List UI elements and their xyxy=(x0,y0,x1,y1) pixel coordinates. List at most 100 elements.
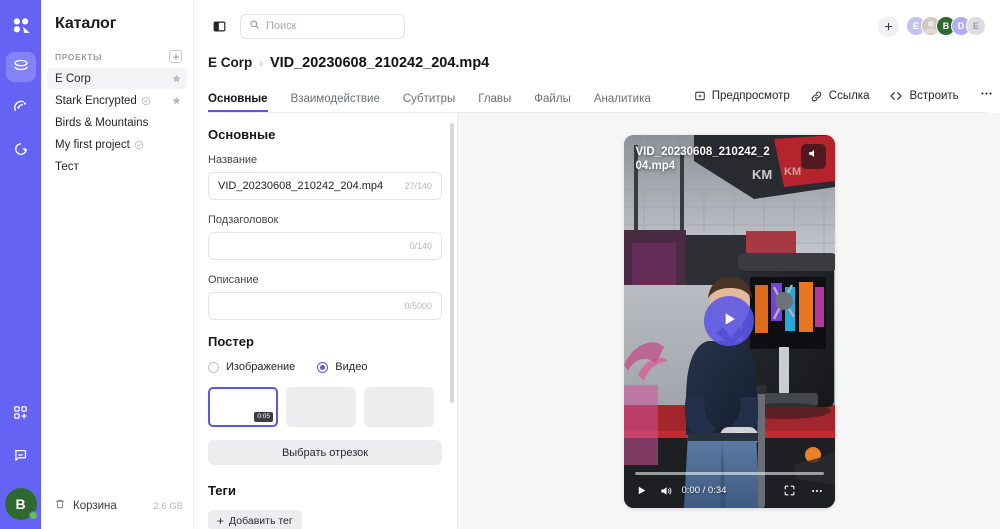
avatar-initial: B xyxy=(942,21,950,31)
app-window: B Каталог ПРОЕКТЫ E Corp Stark Encrypted… xyxy=(0,0,1000,529)
plus-box-icon[interactable] xyxy=(169,50,182,63)
sidebar-item-e-corp[interactable]: E Corp xyxy=(47,68,187,89)
radio-image-label: Изображение xyxy=(226,361,296,373)
preview-button[interactable]: Предпросмотр xyxy=(694,90,790,102)
encrypted-shield-icon xyxy=(134,140,144,150)
rail-item-projects[interactable] xyxy=(5,52,36,82)
catalog-sidebar: Каталог ПРОЕКТЫ E Corp Stark Encrypted B… xyxy=(41,0,194,529)
top-bar: E B D E xyxy=(194,0,1000,52)
project-name: Тест xyxy=(55,160,79,173)
header-actions: Предпросмотр Ссылка Встроить xyxy=(674,86,994,112)
icon-rail: B xyxy=(0,0,41,529)
tab-subtitry[interactable]: Субтитры xyxy=(403,93,455,112)
description-field-counter: 0/5000 xyxy=(404,301,432,311)
tab-analitika[interactable]: Аналитика xyxy=(594,93,651,112)
project-name: E Corp xyxy=(55,72,91,85)
encrypted-shield-icon xyxy=(141,96,151,106)
tab-glavy[interactable]: Главы xyxy=(478,93,511,112)
rail-item-chat[interactable] xyxy=(6,442,36,472)
description-field-label: Описание xyxy=(208,274,259,286)
tab-vzaimodeystvie[interactable]: Взаимодействие xyxy=(291,93,380,112)
avatar-initial: D xyxy=(957,21,965,31)
radio-image[interactable]: Изображение xyxy=(208,361,295,373)
link-label: Ссылка xyxy=(828,90,870,102)
poster-thumbnail-selected[interactable]: 0:05 xyxy=(208,387,278,427)
poster-section-title: Постер xyxy=(208,334,254,349)
fullscreen-button[interactable] xyxy=(783,484,796,497)
sidebar-item-stark-encrypted[interactable]: Stark Encrypted xyxy=(47,90,187,111)
project-name: Stark Encrypted xyxy=(55,94,137,107)
radio-video-label: Видео xyxy=(335,361,368,373)
select-segment-button[interactable]: Выбрать отрезок xyxy=(208,440,442,465)
tab-fayly[interactable]: Файлы xyxy=(534,93,571,112)
sidebar-item-trash[interactable]: Корзина 2.6 GB xyxy=(41,489,193,523)
top-bar-right: E B D E xyxy=(878,15,986,37)
online-status-dot xyxy=(28,511,38,520)
add-button[interactable] xyxy=(878,15,899,37)
sidebar-title: Каталог xyxy=(55,15,117,32)
project-name: Birds & Mountains xyxy=(55,116,149,129)
play-button[interactable] xyxy=(635,484,648,497)
controls-row: 0:00 / 0:34 xyxy=(635,484,824,498)
radio-video[interactable]: Видео xyxy=(317,361,367,373)
trash-icon xyxy=(54,497,66,515)
tab-osnovnye[interactable]: Основные xyxy=(208,93,268,112)
rail-bottom-group: B xyxy=(4,388,38,529)
form-scrollbar[interactable] xyxy=(450,123,454,403)
rail-item-analytics[interactable] xyxy=(6,136,36,166)
poster-thumbnails: 0:05 xyxy=(208,387,442,427)
projects-section-label: ПРОЕКТЫ xyxy=(55,51,103,62)
title-field-counter: 27/140 xyxy=(404,181,432,191)
star-icon[interactable] xyxy=(171,95,182,106)
volume-button[interactable] xyxy=(659,484,673,498)
rail-item-broadcast[interactable] xyxy=(6,94,36,124)
player-more-button[interactable] xyxy=(810,484,824,498)
radio-circle-icon xyxy=(208,361,219,373)
progress-bar[interactable] xyxy=(634,472,824,475)
apps-grid-plus-icon xyxy=(12,404,29,426)
user-avatar[interactable]: B xyxy=(4,488,38,520)
member-avatars: E B D E xyxy=(906,16,986,36)
subtitle-field-label: Подзаголовок xyxy=(208,214,279,226)
subtitle-field[interactable]: 0/140 xyxy=(208,232,442,260)
page-title: VID_20230608_210242_204.mp4 xyxy=(269,55,490,71)
link-icon xyxy=(810,90,823,103)
broadcast-icon xyxy=(12,98,30,121)
trash-label: Корзина xyxy=(73,500,117,512)
title-field[interactable]: VID_20230608_210242_204.mp4 27/140 xyxy=(208,172,442,200)
poster-thumbnail[interactable] xyxy=(364,387,434,427)
sidebar-item-birds-and-mountains[interactable]: Birds & Mountains xyxy=(47,112,187,133)
add-tag-button[interactable]: + Добавить тег xyxy=(208,510,302,529)
rail-item-apps[interactable] xyxy=(6,400,36,430)
sidebar-item-my-first-project[interactable]: My first project xyxy=(47,134,187,155)
breadcrumb-project[interactable]: E Corp xyxy=(208,55,252,70)
mute-button[interactable] xyxy=(800,143,826,169)
projects-list: E Corp Stark Encrypted Birds & Mountains xyxy=(41,68,193,178)
avatar[interactable]: E xyxy=(966,16,986,36)
search-input[interactable] xyxy=(266,20,396,32)
more-options-button[interactable] xyxy=(979,86,994,106)
search-box[interactable] xyxy=(240,13,405,39)
link-button[interactable]: Ссылка xyxy=(810,90,870,103)
player-controls: 0:00 / 0:34 xyxy=(624,472,835,508)
sidebar-item-test[interactable]: Тест xyxy=(47,156,187,177)
tags-section-title: Теги xyxy=(208,483,236,498)
thumbnail-timestamp: 0:05 xyxy=(254,412,273,422)
poster-thumbnail[interactable] xyxy=(286,387,356,427)
breadcrumb-separator: › xyxy=(259,58,263,70)
analytics-pie-icon xyxy=(12,140,30,163)
app-logo-icon[interactable] xyxy=(7,12,35,40)
trash-size: 2.6 GB xyxy=(153,500,183,512)
content-body: Основные Название VID_20230608_210242_20… xyxy=(194,113,1000,529)
video-title-overlay: VID_20230608_210242_204.mp4 xyxy=(635,145,770,173)
svg-text:KM: KM xyxy=(784,166,801,178)
side-panel-toggle-icon[interactable] xyxy=(208,15,230,37)
description-field[interactable]: 0/5000 xyxy=(208,292,442,320)
play-overlay-button[interactable] xyxy=(704,296,754,346)
video-player[interactable]: KM KM VID_20230608_210242_204.mp4 0:00 /… xyxy=(623,134,835,508)
poster-type-radios: Изображение Видео xyxy=(208,361,442,373)
star-icon[interactable] xyxy=(171,73,182,84)
embed-button[interactable]: Встроить xyxy=(889,89,959,103)
projects-section-header: ПРОЕКТЫ xyxy=(41,33,193,68)
